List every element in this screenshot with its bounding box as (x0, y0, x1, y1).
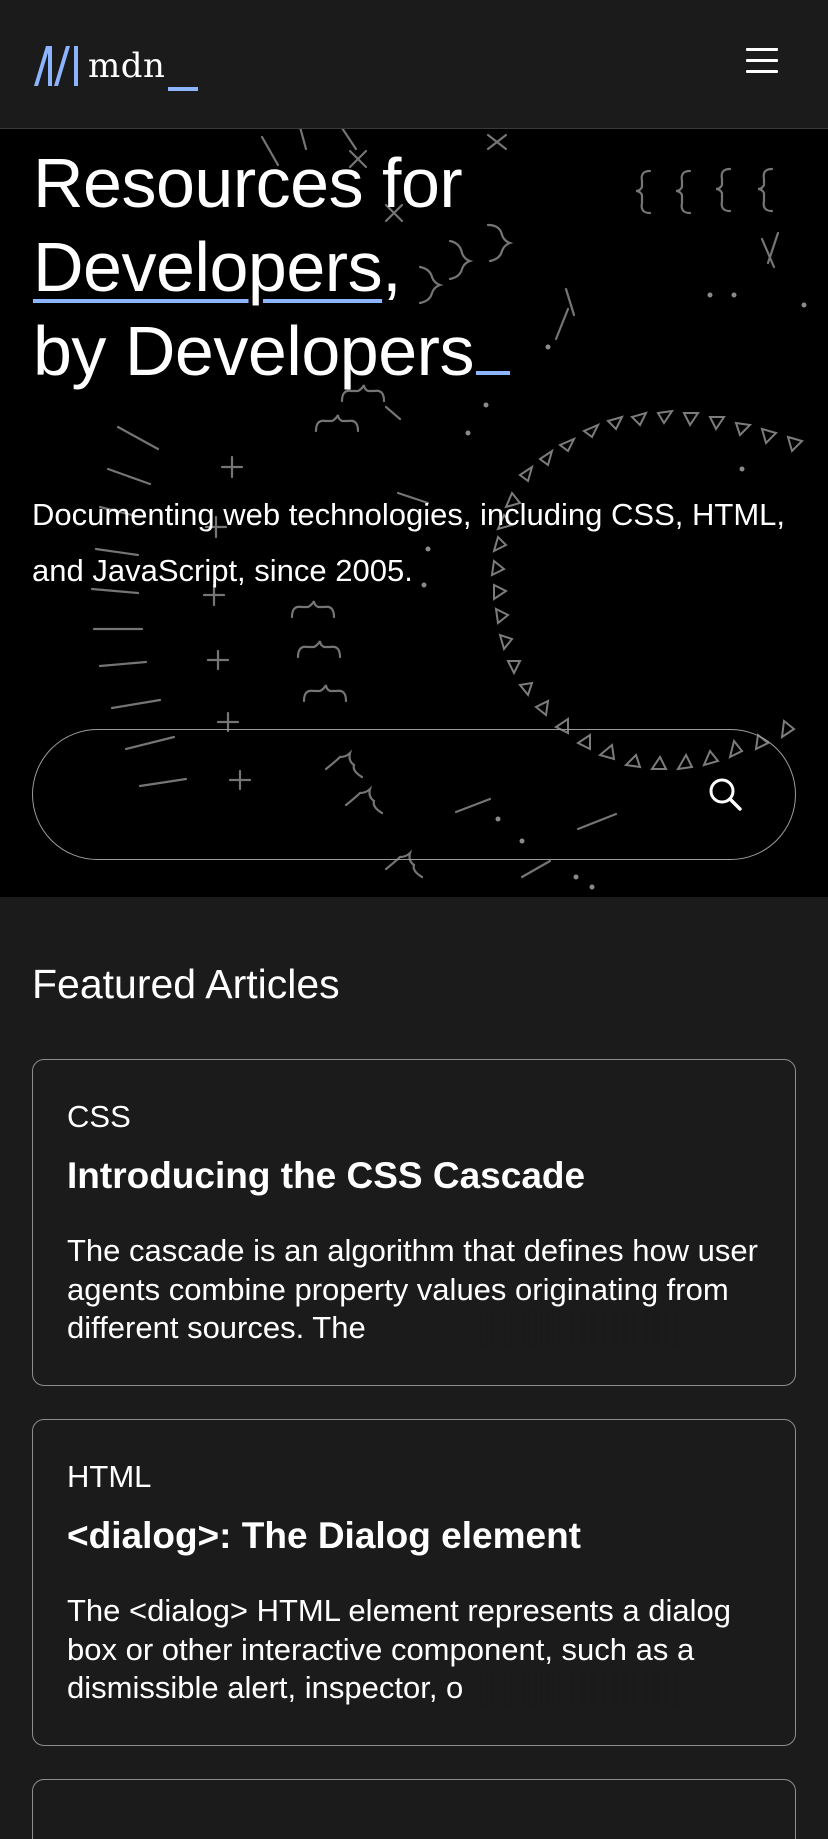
search-box[interactable] (32, 729, 796, 860)
article-tag[interactable]: HTML (67, 1458, 151, 1496)
search-icon[interactable] (705, 774, 745, 814)
article-summary-text: The <dialog> HTML element represents a d… (67, 1593, 732, 1705)
hero-title-line1: Resources for (33, 144, 463, 222)
article-title: Introducing the CSS Cascade (67, 1153, 585, 1199)
article-summary: The cascade is an algorithm that defines… (67, 1232, 767, 1348)
hero-title-cursor (475, 371, 510, 375)
article-title-link[interactable]: <dialog>: The Dialog element (67, 1515, 581, 1556)
hero-section: Resources for Developers, by Developers Do… (0, 129, 828, 897)
article-card-partial[interactable] (32, 1779, 796, 1839)
hero-title: Resources for Developers, by Developers (33, 141, 793, 393)
featured-articles-section: Featured Articles CSS Introducing the CS… (0, 897, 828, 1839)
hero-title-line3: by Developers (33, 312, 474, 390)
article-title-link[interactable]: Introducing the CSS Cascade (67, 1155, 585, 1196)
article-summary-text: The cascade is an algorithm that defines… (67, 1233, 758, 1345)
hamburger-menu-icon[interactable] (746, 48, 780, 78)
mdn-logo[interactable]: mdn (32, 44, 202, 92)
article-tag[interactable]: CSS (67, 1098, 131, 1136)
article-summary: The <dialog> HTML element represents a d… (67, 1592, 767, 1708)
featured-articles-heading: Featured Articles (32, 961, 340, 1007)
article-card[interactable]: HTML <dialog>: The Dialog element The <d… (32, 1419, 796, 1746)
article-card[interactable]: CSS Introducing the CSS Cascade The casc… (32, 1059, 796, 1386)
mdn-logo-mark-icon (34, 46, 78, 86)
article-title: <dialog>: The Dialog element (67, 1513, 581, 1559)
search-input[interactable] (63, 760, 683, 830)
logo-text: mdn (88, 46, 166, 86)
hero-title-comma: , (382, 228, 402, 306)
hero-subtitle: Documenting web technologies, including … (32, 497, 785, 588)
hero-title-developers-link[interactable]: Developers (33, 228, 383, 306)
logo-underscore (168, 87, 198, 91)
site-header: mdn (0, 0, 828, 129)
